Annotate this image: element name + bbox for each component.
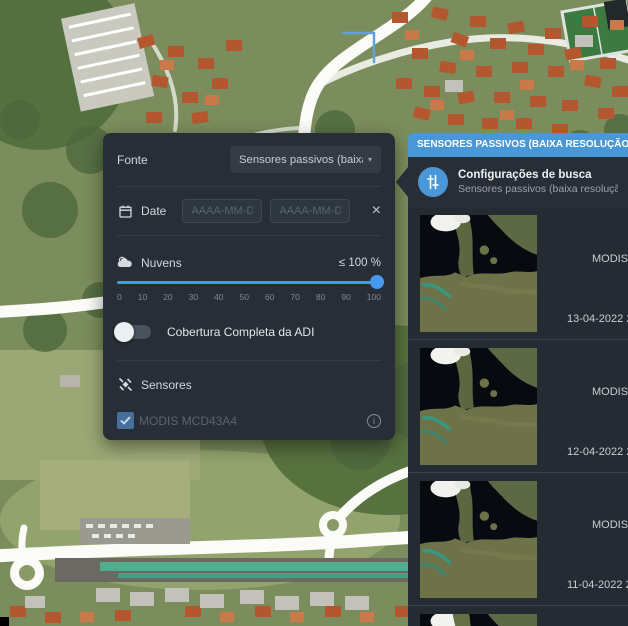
search-config-row[interactable]: Configurações de busca Sensores passivos… — [408, 157, 628, 207]
clouds-row: Nuvens ≤ 100 % — [117, 256, 381, 270]
tune-settings-icon — [418, 167, 448, 197]
clear-dates-icon[interactable]: × — [372, 203, 381, 219]
tick-label: 100 — [367, 292, 381, 302]
results-list: MODIS 13-04-2022 2 MODIS 12-04-2022 2 — [408, 207, 628, 626]
date-row: Date × — [117, 199, 381, 223]
date-end-input[interactable] — [270, 199, 350, 223]
source-label: Fonte — [117, 153, 148, 167]
info-icon[interactable]: i — [367, 414, 381, 428]
source-dropdown[interactable]: Sensores passivos (baixa resolução) ▾ — [230, 146, 381, 173]
tick-label: 50 — [240, 292, 249, 302]
tick-label: 20 — [163, 292, 172, 302]
sensor-checkbox-checked[interactable] — [117, 412, 134, 429]
search-config-subtitle: Sensores passivos (baixa resolução) — [458, 183, 618, 195]
clouds-slider-ticks: 0 10 20 30 40 50 60 70 80 90 100 — [117, 292, 381, 302]
tick-label: 70 — [290, 292, 299, 302]
source-dropdown-value: Sensores passivos (baixa resolução) — [239, 154, 363, 166]
result-sensor: MODIS — [592, 253, 628, 265]
sensor-option-row[interactable]: MODIS MCD43A4 i — [117, 412, 381, 429]
result-date: 13-04-2022 2 — [567, 313, 628, 325]
clouds-slider-track[interactable] — [117, 281, 381, 284]
scene-thumbnail[interactable] — [420, 215, 537, 332]
scene-thumbnail[interactable] — [420, 481, 537, 598]
sensors-header-row: Sensores — [117, 377, 381, 392]
clouds-label: Nuvens — [141, 256, 182, 270]
results-group-header: SENSORES PASSIVOS (BAIXA RESOLUÇÃO) — [408, 133, 628, 157]
chevron-down-icon: ▾ — [368, 155, 372, 164]
result-sensor: MODIS — [592, 386, 628, 398]
tick-label: 10 — [138, 292, 147, 302]
result-item[interactable]: MODIS 11-04-2022 2 — [408, 473, 628, 606]
tick-label: 30 — [189, 292, 198, 302]
adi-coverage-row: Cobertura Completa da ADI — [117, 325, 381, 339]
source-row: Fonte Sensores passivos (baixa resolução… — [117, 146, 381, 173]
map-attribution-fragment — [0, 617, 9, 626]
clouds-max-value: ≤ 100 % — [339, 257, 381, 269]
date-label: Date — [141, 204, 166, 218]
search-filter-panel: Fonte Sensores passivos (baixa resolução… — [103, 133, 395, 440]
satellite-icon — [117, 377, 133, 392]
cloud-icon — [117, 256, 133, 270]
result-date: 12-04-2022 2 — [567, 446, 628, 458]
result-item-partially-visible[interactable] — [408, 606, 628, 626]
tick-label: 40 — [214, 292, 223, 302]
divider — [117, 360, 381, 361]
clouds-slider-handle[interactable] — [370, 275, 384, 289]
toggle-knob — [114, 322, 134, 342]
sensor-checkbox-label: MODIS MCD43A4 — [139, 414, 237, 428]
tick-label: 80 — [316, 292, 325, 302]
tick-label: 60 — [265, 292, 274, 302]
adi-coverage-label: Cobertura Completa da ADI — [167, 325, 314, 339]
search-config-title: Configurações de busca — [458, 169, 618, 181]
calendar-icon — [117, 205, 133, 218]
clouds-slider[interactable] — [117, 275, 381, 289]
divider — [117, 186, 381, 187]
sensors-label: Sensores — [141, 378, 192, 392]
scene-thumbnail[interactable] — [420, 614, 537, 626]
results-panel: SENSORES PASSIVOS (BAIXA RESOLUÇÃO) Conf… — [408, 133, 628, 626]
result-item[interactable]: MODIS 13-04-2022 2 — [408, 207, 628, 340]
result-sensor: MODIS — [592, 519, 628, 531]
result-item[interactable]: MODIS 12-04-2022 2 — [408, 340, 628, 473]
scene-thumbnail[interactable] — [420, 348, 537, 465]
adi-coverage-toggle[interactable] — [117, 325, 151, 339]
result-date: 11-04-2022 2 — [567, 579, 628, 591]
divider — [117, 235, 381, 236]
date-start-input[interactable] — [182, 199, 262, 223]
search-config-text: Configurações de busca Sensores passivos… — [458, 169, 618, 195]
tick-label: 0 — [117, 292, 122, 302]
tick-label: 90 — [341, 292, 350, 302]
